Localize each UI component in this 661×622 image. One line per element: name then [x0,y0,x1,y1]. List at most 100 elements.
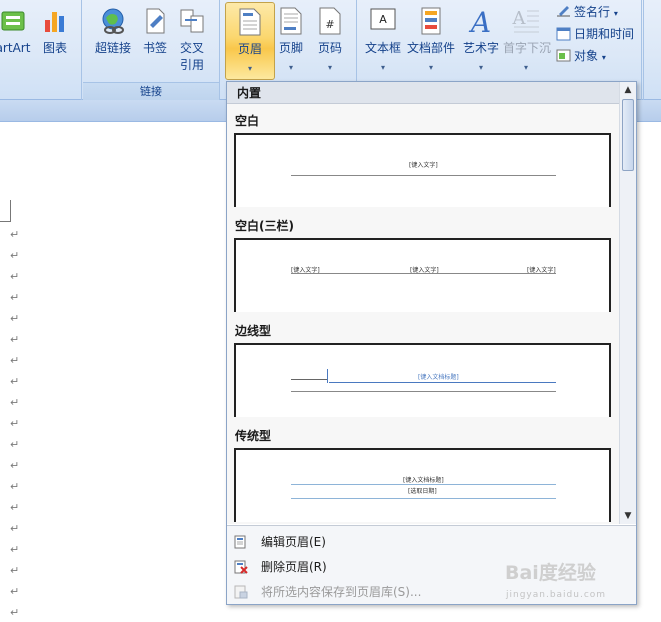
save-to-gallery-icon [234,585,248,599]
thumb-rule-short [291,379,327,380]
paragraph-mark: ↵ [10,333,20,346]
thumb-title-text: [键入文档标题] [403,477,444,484]
bookmark-icon [146,8,165,34]
thumb-rule [329,382,556,383]
svg-text:A: A [468,6,491,36]
thumb-caret [327,369,328,383]
edit-header-label: 编辑页眉(E) [261,535,326,549]
edit-header-item[interactable]: 编辑页眉(E) [227,530,636,554]
thumb-title-text: [键入文档标题] [418,374,459,381]
scroll-thumb[interactable] [622,99,634,171]
symbols-group-partial [643,0,661,100]
links-group-label: 链接 [83,82,219,100]
thumb-rule-lower [291,498,556,499]
paragraph-mark: ↵ [10,375,20,388]
page-number-label: 页码 [317,41,342,55]
section-title-blank: 空白 [235,114,260,128]
dropcap-icon: A [512,8,539,33]
page-number-dropdown-arrow-icon: ▾ [327,63,332,72]
paragraph-mark: ↵ [10,606,20,619]
quick-parts-icon [421,7,441,35]
textbox-dropdown-arrow-icon: ▾ [380,63,385,72]
cross-reference-button[interactable]: 交叉 引用 [167,2,217,78]
quick-parts-button[interactable]: 文档部件 ▾ [404,2,458,78]
gallery-builtin-header: 内置 [227,82,636,104]
signature-line-dropdown-arrow-icon: ▾ [613,9,618,18]
paragraph-mark: ↵ [10,312,20,325]
header-icon [239,8,261,36]
hyperlink-icon [102,8,124,34]
paragraph-mark: ↵ [10,291,20,304]
paragraph-mark: ↵ [10,522,20,535]
header-template-traditional[interactable]: [键入文档标题] [选取日期] [234,448,611,522]
object-dropdown-arrow-icon: ▾ [601,53,606,62]
svg-text:A: A [512,8,527,29]
links-group: 超链接 书签 交叉 引用 链接 [83,0,220,100]
signature-line-label: 签名行 [574,5,611,19]
gallery-body: 空白 [键入文字] 空白(三栏) [键入文字] [键入文字] [键入文字] 边线… [227,104,619,524]
paragraph-mark: ↵ [10,249,20,262]
thumb-rule [291,484,556,485]
thumb-rule-lower [291,391,556,392]
textbox-icon: A [370,8,396,30]
footer-icon [280,7,302,35]
calendar-icon [556,27,571,41]
text-cursor-corner [0,200,11,222]
thumb-text: [键入文字] [409,162,438,169]
wordart-icon: A [468,6,491,36]
svg-text:#: # [325,18,334,31]
paragraph-mark: ↵ [10,228,20,241]
signature-line-button[interactable]: 签名行 ▾ [556,2,618,22]
paragraph-mark: ↵ [10,354,20,367]
cross-reference-label-1: 交叉 [179,41,204,55]
paragraph-mark: ↵ [10,417,20,430]
dropcap-dropdown-arrow-icon: ▾ [523,63,528,72]
section-title-sideline: 边线型 [235,324,272,338]
thumb-rule [291,175,556,176]
date-time-button[interactable]: 日期和时间 [556,24,634,44]
page-number-button[interactable]: # 页码 ▾ [305,2,355,78]
section-title-traditional: 传统型 [235,429,272,443]
signature-line-icon [557,6,570,17]
textbox-label: 文本框 [364,41,401,55]
section-title-blank-three-column: 空白(三栏) [235,219,294,233]
quick-parts-dropdown-arrow-icon: ▾ [428,63,433,72]
paragraph-mark: ↵ [10,564,20,577]
textbox-button[interactable]: A 文本框 ▾ [358,2,408,78]
smartart-icon [1,11,25,31]
scroll-down-arrow-icon[interactable]: ▼ [620,508,636,524]
svg-text:A: A [379,13,387,26]
paragraph-mark: ↵ [10,585,20,598]
paragraph-mark: ↵ [10,396,20,409]
edit-header-icon [234,535,246,549]
date-time-label: 日期和时间 [574,27,635,41]
watermark-logo: Bai度经验 [505,562,596,584]
header-template-blank-three-column[interactable]: [键入文字] [键入文字] [键入文字] [234,238,611,312]
header-template-blank[interactable]: [键入文字] [234,133,611,207]
scroll-up-arrow-icon[interactable]: ▲ [620,82,636,98]
quick-parts-label: 文档部件 [406,41,455,55]
paragraph-mark: ↵ [10,543,20,556]
watermark-url: jingyan.baidu.com [506,590,607,600]
object-button[interactable]: 对象 ▾ [556,46,606,66]
thumb-date-text: [选取日期] [408,488,437,495]
gallery-scrollbar[interactable]: ▲ ▼ [619,82,636,524]
illustrations-group: artArt 图表 [0,0,82,100]
header-template-sideline[interactable]: [键入文档标题] [234,343,611,417]
chart-label: 图表 [42,41,67,55]
paragraph-mark: ↵ [10,270,20,283]
object-icon [556,49,571,62]
paragraph-mark: ↵ [10,459,20,472]
remove-header-icon [234,560,248,574]
remove-header-label: 删除页眉(R) [261,560,327,574]
dropcap-button[interactable]: A 首字下沉 ▾ [498,2,554,78]
save-to-gallery-label: 将所选内容保存到页眉库(S)... [261,585,422,599]
chart-button[interactable]: 图表 [30,2,80,78]
paragraph-mark: ↵ [10,438,20,451]
paragraph-mark: ↵ [10,501,20,514]
thumb-rule [291,273,556,274]
cross-reference-icon [180,9,204,33]
paragraph-mark: ↵ [10,480,20,493]
cross-reference-label-2: 引用 [179,58,204,72]
dropcap-label: 首字下沉 [502,41,551,55]
